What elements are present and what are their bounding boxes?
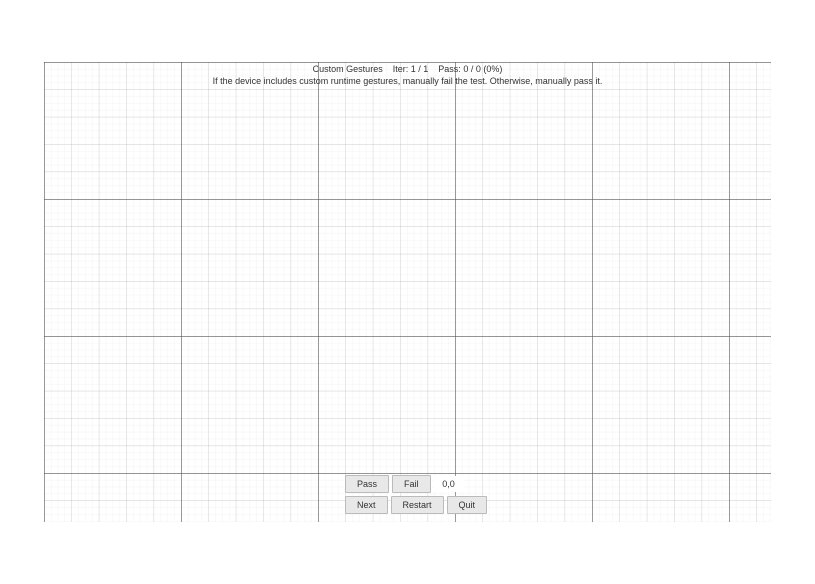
iter-label: Iter:: [393, 64, 409, 74]
test-canvas[interactable]: Custom Gestures Iter: 1 / 1 Pass: 0 / 0 …: [44, 62, 771, 522]
next-button[interactable]: Next: [345, 496, 388, 514]
coordinate-display: 0,0: [434, 476, 464, 492]
grid-background: [44, 62, 771, 522]
pass-button[interactable]: Pass: [345, 475, 389, 493]
restart-button[interactable]: Restart: [391, 496, 444, 514]
iter-value: 1 / 1: [411, 64, 429, 74]
control-row-1: Pass Fail 0,0: [345, 475, 487, 493]
quit-button[interactable]: Quit: [447, 496, 488, 514]
test-header: Custom Gestures Iter: 1 / 1 Pass: 0 / 0 …: [44, 64, 771, 87]
test-title: Custom Gestures: [313, 64, 383, 74]
test-instruction: If the device includes custom runtime ge…: [44, 76, 771, 88]
control-panel: Pass Fail 0,0 Next Restart Quit: [345, 475, 487, 514]
pass-value: 0 / 0 (0%): [463, 64, 502, 74]
pass-label: Pass:: [438, 64, 461, 74]
fail-button[interactable]: Fail: [392, 475, 431, 493]
control-row-2: Next Restart Quit: [345, 496, 487, 514]
